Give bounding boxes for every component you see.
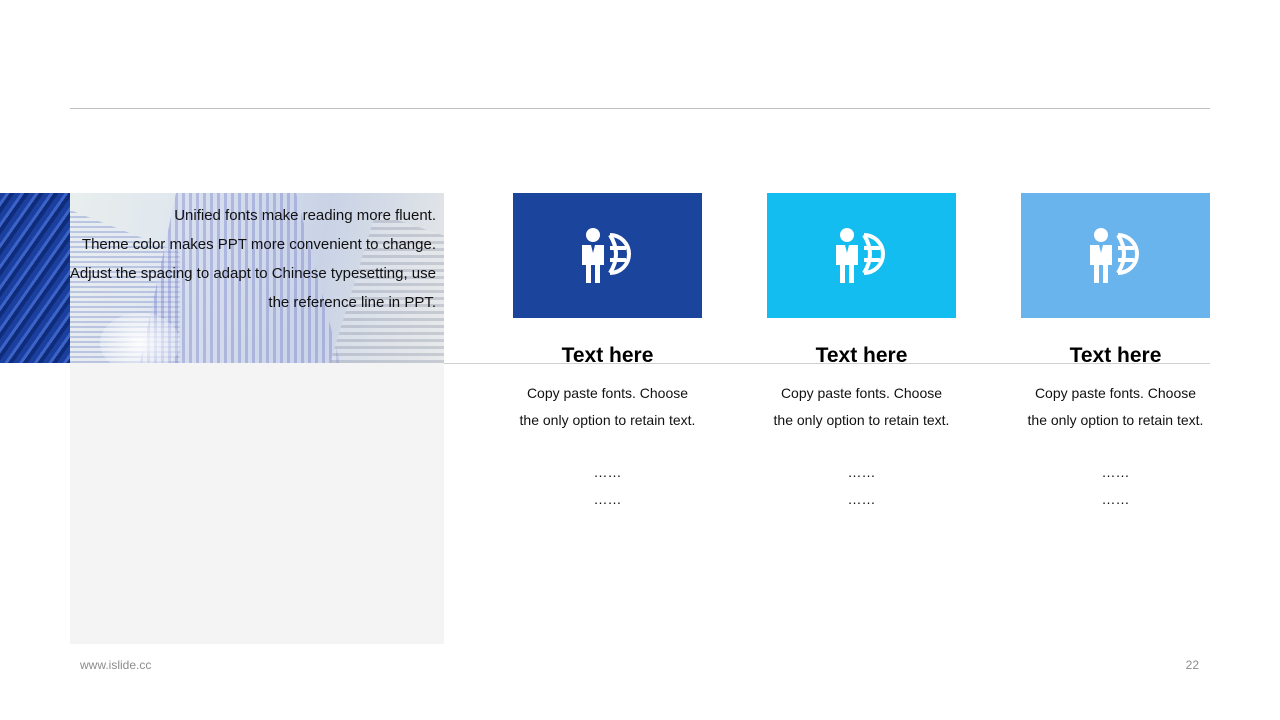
businessman-globe-icon (835, 227, 885, 283)
icon-tile (513, 193, 702, 318)
gray-panel (70, 363, 444, 644)
ellipsis-line: …… (1101, 464, 1130, 480)
intro-text: Unified fonts make reading more fluent. … (56, 201, 436, 317)
icon-tile (1021, 193, 1210, 318)
businessman-globe-icon (581, 227, 631, 283)
ellipsis-line: …… (847, 464, 876, 480)
card-title: Text here (561, 344, 654, 367)
intro-line: Theme color makes PPT more convenient to… (81, 236, 436, 253)
intro-line: Adjust the spacing to adapt to Chinese t… (69, 265, 436, 311)
card-description: Copy paste fonts. Choose the only option… (519, 385, 696, 428)
intro-line: Unified fonts make reading more fluent. (174, 207, 436, 224)
ellipsis-line: …… (593, 464, 622, 480)
businessman-globe-icon (1089, 227, 1139, 283)
feature-card-1: Text here Copy paste fonts. Choose the o… (513, 193, 702, 512)
ellipsis-line: …… (847, 490, 876, 507)
icon-tile (767, 193, 956, 318)
card-title: Text here (1069, 344, 1162, 367)
card-ellipsis: …… …… (1021, 459, 1210, 512)
card-ellipsis: …… …… (513, 459, 702, 512)
card-description: Copy paste fonts. Choose the only option… (1027, 385, 1204, 428)
ellipsis-line: …… (593, 490, 622, 507)
ellipsis-line: …… (1101, 490, 1130, 507)
city-skyline-photo: Unified fonts make reading more fluent. … (0, 193, 444, 363)
feature-card-3: Text here Copy paste fonts. Choose the o… (1021, 193, 1210, 512)
card-description: Copy paste fonts. Choose the only option… (773, 385, 950, 428)
card-ellipsis: …… …… (767, 459, 956, 512)
feature-card-2: Text here Copy paste fonts. Choose the o… (767, 193, 956, 512)
card-title: Text here (815, 344, 908, 367)
top-divider (70, 108, 1210, 109)
footer-website[interactable]: www.islide.cc (80, 658, 151, 672)
page-number: 22 (1185, 658, 1199, 672)
